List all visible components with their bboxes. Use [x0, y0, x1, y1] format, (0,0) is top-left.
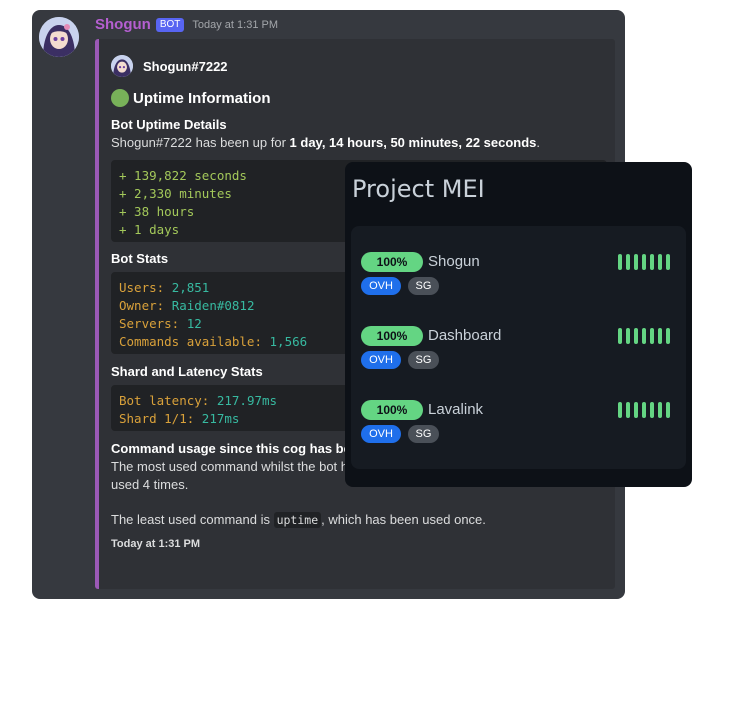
heartbeat-bar — [666, 254, 670, 270]
uptime-summary: Shogun#7222 has been up for 1 day, 14 ho… — [111, 134, 607, 152]
heartbeat-bars — [618, 402, 670, 418]
host-tag: OVH — [361, 351, 401, 369]
heartbeat-bars — [618, 254, 670, 270]
message-header: Shogun BOT Today at 1:31 PM — [95, 16, 278, 33]
heartbeat-bar — [634, 254, 638, 270]
stat-value: 1,566 — [269, 334, 308, 349]
uptime-badge: 100% — [361, 400, 423, 420]
heartbeat-bar — [666, 402, 670, 418]
heartbeat-bar — [650, 328, 654, 344]
heartbeat-bar — [658, 402, 662, 418]
heartbeat-bar — [650, 254, 654, 270]
heartbeat-bar — [618, 402, 622, 418]
shard-value: 217.97ms — [216, 393, 278, 408]
uptime-heading: Bot Uptime Details — [111, 117, 227, 132]
stat-key: Servers: — [119, 316, 180, 331]
heartbeat-bar — [618, 328, 622, 344]
host-tag: OVH — [361, 425, 401, 443]
shard-key: Bot latency: — [119, 393, 210, 408]
author-avatar — [111, 55, 133, 77]
embed-author: Shogun#7222 — [111, 53, 607, 79]
status-page-title: Project MEI — [352, 175, 485, 203]
service-name: Dashboard — [428, 327, 502, 344]
least-used-command: uptime — [273, 512, 322, 528]
service-name: Shogun — [428, 253, 480, 270]
stat-value: 2,851 — [171, 280, 210, 295]
green-circle-icon — [111, 89, 129, 107]
heartbeat-bars — [618, 328, 670, 344]
author-name: Shogun#7222 — [143, 58, 228, 74]
stat-key: Commands available: — [119, 334, 262, 349]
heartbeat-bar — [650, 402, 654, 418]
heartbeat-bar — [634, 402, 638, 418]
region-tag: SG — [408, 277, 439, 295]
embed-title-row: Uptime Information — [111, 87, 607, 109]
least-used-prefix: The least used command is — [111, 512, 274, 527]
uptime-badge: 100% — [361, 326, 423, 346]
uptime-badge: 100% — [361, 252, 423, 272]
service-shogun[interactable]: 100% Shogun OVH SG — [361, 252, 676, 302]
stat-key: Users: — [119, 280, 165, 295]
heartbeat-bar — [626, 254, 630, 270]
shard-key: Shard 1/1: — [119, 411, 195, 426]
heartbeat-bar — [642, 328, 646, 344]
service-dashboard[interactable]: 100% Dashboard OVH SG — [361, 326, 676, 376]
bot-tag: BOT — [155, 17, 185, 32]
status-page-card: Project MEI 100% Shogun OVH SG 100% Dash… — [345, 162, 692, 487]
heartbeat-bar — [642, 254, 646, 270]
least-used-suffix: , which has been used once. — [321, 512, 486, 527]
region-tag: SG — [408, 351, 439, 369]
stat-value: Raiden#0812 — [171, 298, 255, 313]
heartbeat-bar — [618, 254, 622, 270]
service-lavalink[interactable]: 100% Lavalink OVH SG — [361, 400, 676, 450]
heartbeat-bar — [634, 328, 638, 344]
services-panel: 100% Shogun OVH SG 100% Dashboard OVH SG… — [351, 226, 686, 469]
username[interactable]: Shogun — [95, 16, 151, 33]
bot-avatar[interactable] — [39, 17, 79, 57]
shard-value: 217ms — [201, 411, 240, 426]
uptime-duration: 1 day, 14 hours, 50 minutes, 22 seconds — [289, 135, 537, 150]
heartbeat-bar — [658, 328, 662, 344]
embed-title: Uptime Information — [133, 89, 271, 107]
host-tag: OVH — [361, 277, 401, 295]
stat-key: Owner: — [119, 298, 165, 313]
heartbeat-bar — [658, 254, 662, 270]
region-tag: SG — [408, 425, 439, 443]
heartbeat-bar — [642, 402, 646, 418]
heartbeat-bar — [626, 402, 630, 418]
message-timestamp: Today at 1:31 PM — [192, 18, 278, 31]
heartbeat-bar — [626, 328, 630, 344]
uptime-summary-prefix: Shogun#7222 has been up for — [111, 135, 290, 150]
heartbeat-bar — [666, 328, 670, 344]
least-used-text: The least used command is uptime, which … — [111, 511, 607, 529]
embed-footer-timestamp: Today at 1:31 PM — [111, 538, 201, 550]
uptime-summary-suffix: . — [536, 135, 541, 150]
service-name: Lavalink — [428, 401, 484, 418]
stat-value: 12 — [186, 316, 202, 331]
